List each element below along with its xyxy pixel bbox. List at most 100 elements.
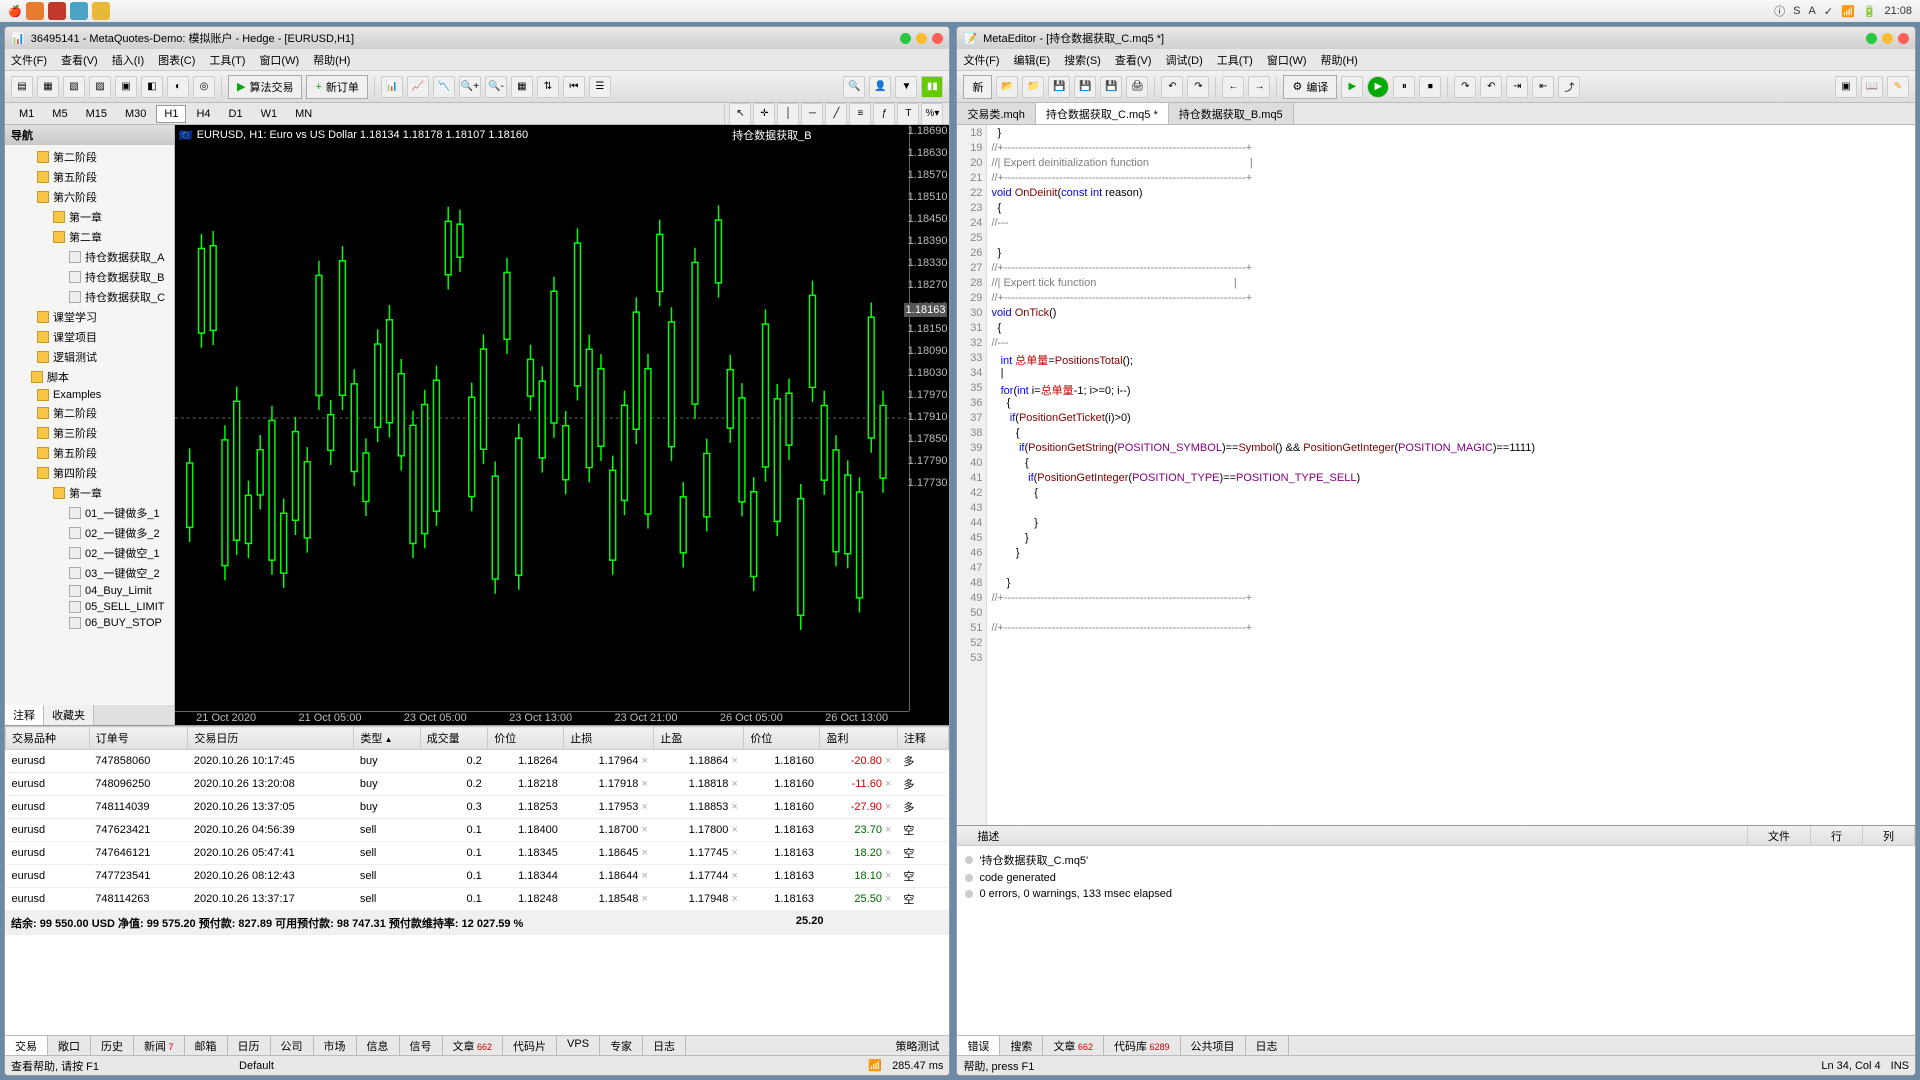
timeframe-button[interactable]: D1 xyxy=(221,105,251,123)
toolbar-button[interactable]: ▦ xyxy=(37,76,59,98)
toolbar-button[interactable]: ☰ xyxy=(589,76,611,98)
toolbar-button[interactable]: ▧ xyxy=(63,76,85,98)
battery-icon[interactable]: 🔋 xyxy=(1863,5,1877,18)
timeframe-button[interactable]: W1 xyxy=(253,105,286,123)
zoom-in-icon[interactable]: 🔍+ xyxy=(459,76,481,98)
tree-item[interactable]: 04_Buy_Limit xyxy=(7,583,172,599)
redo-icon[interactable]: ↷ xyxy=(1187,76,1209,98)
tree-item[interactable]: 第二阶段 xyxy=(7,147,172,167)
highlight-icon[interactable]: ✎ xyxy=(1887,76,1909,98)
menu-item[interactable]: 工具(T) xyxy=(209,52,245,68)
tree-item[interactable]: 03_一键做空_2 xyxy=(7,563,172,583)
percent-icon[interactable]: %▾ xyxy=(921,103,943,125)
fibo-icon[interactable]: ƒ xyxy=(873,103,895,125)
maximize-button[interactable] xyxy=(900,33,911,44)
table-row[interactable]: eurusd7476461212020.10.26 05:47:41sell0.… xyxy=(6,842,949,865)
table-row[interactable]: eurusd7481140392020.10.26 13:37:05buy0.3… xyxy=(6,796,949,819)
terminal-tab[interactable]: 邮箱 xyxy=(185,1036,228,1055)
title-bar[interactable]: 📊 36495141 - MetaQuotes-Demo: 模拟账户 - Hed… xyxy=(5,27,949,49)
tree-item[interactable]: Examples xyxy=(7,387,172,403)
close-button[interactable] xyxy=(932,33,943,44)
table-row[interactable]: eurusd7480962502020.10.26 13:20:08buy0.2… xyxy=(6,773,949,796)
save-icon[interactable]: 💾 xyxy=(1048,76,1070,98)
nav-tab[interactable]: 注释 xyxy=(5,705,44,725)
menu-item[interactable]: 文件(F) xyxy=(963,52,999,68)
text-icon[interactable]: T xyxy=(897,103,919,125)
tree-item[interactable]: 第五阶段 xyxy=(7,167,172,187)
tree-item[interactable]: 第三阶段 xyxy=(7,423,172,443)
folder-icon[interactable]: 📁 xyxy=(1022,76,1044,98)
menu-item[interactable]: 搜索(S) xyxy=(1064,52,1101,68)
step-icon[interactable]: ⇤ xyxy=(1532,76,1554,98)
toolbar-button[interactable]: ◐ xyxy=(167,76,189,98)
print-icon[interactable]: 🖨 xyxy=(1126,76,1148,98)
table-row[interactable]: eurusd7476234212020.10.26 04:56:39sell0.… xyxy=(6,819,949,842)
toolbar-button[interactable]: ▣ xyxy=(115,76,137,98)
tree-item[interactable]: 第四阶段 xyxy=(7,463,172,483)
tree-item[interactable]: 课堂学习 xyxy=(7,307,172,327)
pause-icon[interactable]: ⏸ xyxy=(1393,76,1415,98)
tree-item[interactable]: 第六阶段 xyxy=(7,187,172,207)
tree-item[interactable]: 02_一键做多_2 xyxy=(7,523,172,543)
cursor-icon[interactable]: ↖ xyxy=(729,103,751,125)
editor-tab[interactable]: 持仓数据获取_B.mq5 xyxy=(1169,103,1294,124)
chart-type-button[interactable]: 📊 xyxy=(381,76,403,98)
editor-tab[interactable]: 持仓数据获取_C.mq5 * xyxy=(1036,103,1169,124)
table-header[interactable]: 注释 xyxy=(897,727,949,750)
terminal-tab[interactable]: 历史 xyxy=(91,1036,134,1055)
terminal-tab[interactable]: VPS xyxy=(557,1036,600,1055)
table-header[interactable]: 成交量 xyxy=(420,727,488,750)
navigator-tree[interactable]: 第二阶段第五阶段第六阶段第一章第二章持仓数据获取_A持仓数据获取_B持仓数据获取… xyxy=(5,145,174,705)
output-tab[interactable]: 代码库 6289 xyxy=(1104,1036,1181,1055)
tree-item[interactable]: 逻辑测试 xyxy=(7,347,172,367)
output-tab[interactable]: 日志 xyxy=(1246,1036,1289,1055)
menu-item[interactable]: 窗口(W) xyxy=(1267,52,1307,68)
dock-icon[interactable] xyxy=(26,2,44,20)
open-icon[interactable]: 📂 xyxy=(996,76,1018,98)
toolbar-button[interactable]: ▼ xyxy=(895,76,917,98)
step-icon[interactable]: ⤴ xyxy=(1558,76,1580,98)
step-icon[interactable]: ↶ xyxy=(1480,76,1502,98)
terminal-tab[interactable]: 文章 662 xyxy=(443,1036,504,1055)
wifi-icon[interactable]: 📶 xyxy=(1841,5,1855,18)
toolbar-button[interactable]: ⏮ xyxy=(563,76,585,98)
tree-item[interactable]: 第二章 xyxy=(7,227,172,247)
terminal-tab[interactable]: 专家 xyxy=(600,1036,643,1055)
search-icon[interactable]: 🔍 xyxy=(843,76,865,98)
toolbar-button[interactable]: ◎ xyxy=(193,76,215,98)
dock-icon[interactable] xyxy=(92,2,110,20)
tree-item[interactable]: 第一章 xyxy=(7,207,172,227)
tree-item[interactable]: 02_一键做空_1 xyxy=(7,543,172,563)
equidistant-icon[interactable]: ≡ xyxy=(849,103,871,125)
hline-icon[interactable]: ─ xyxy=(801,103,823,125)
save-all-icon[interactable]: 💾 xyxy=(1074,76,1096,98)
maximize-button[interactable] xyxy=(1866,33,1877,44)
table-header[interactable]: 止盈 xyxy=(654,727,744,750)
code-editor[interactable]: 1819202122232425262728293031323334353637… xyxy=(957,125,1915,825)
table-header[interactable]: 价位 xyxy=(488,727,564,750)
terminal-tab[interactable]: 代码片 xyxy=(503,1036,557,1055)
table-header[interactable]: 止损 xyxy=(564,727,654,750)
output-tab[interactable]: 搜索 xyxy=(1000,1036,1043,1055)
minimize-button[interactable] xyxy=(916,33,927,44)
editor-tab[interactable]: 交易类.mqh xyxy=(957,103,1035,124)
chart[interactable]: 🇪🇺EURUSD, H1: Euro vs US Dollar 1.18134 … xyxy=(175,125,949,725)
apple-icon[interactable]: 🍎 xyxy=(8,5,22,18)
step-icon[interactable]: ↷ xyxy=(1454,76,1476,98)
status-icon[interactable]: ✓ xyxy=(1824,5,1833,18)
output-tab[interactable]: 错误 xyxy=(957,1036,1000,1055)
strategy-test-tab[interactable]: 策略测试 xyxy=(885,1036,949,1055)
terminal-tab[interactable]: 信息 xyxy=(357,1036,400,1055)
timeframe-button[interactable]: H4 xyxy=(188,105,218,123)
tree-item[interactable]: 第五阶段 xyxy=(7,443,172,463)
terminal-tab[interactable]: 日志 xyxy=(643,1036,686,1055)
dock-icon[interactable] xyxy=(70,2,88,20)
table-row[interactable]: eurusd7478580602020.10.26 10:17:45buy0.2… xyxy=(6,750,949,773)
timeframe-button[interactable]: M15 xyxy=(78,105,115,123)
table-header[interactable]: 交易日历 xyxy=(188,727,354,750)
table-header[interactable]: 订单号 xyxy=(89,727,188,750)
table-header[interactable]: 盈利 xyxy=(820,727,897,750)
tree-item[interactable]: 脚本 xyxy=(7,367,172,387)
book-icon[interactable]: 📖 xyxy=(1861,76,1883,98)
new-file-button[interactable]: 新 xyxy=(963,75,992,99)
